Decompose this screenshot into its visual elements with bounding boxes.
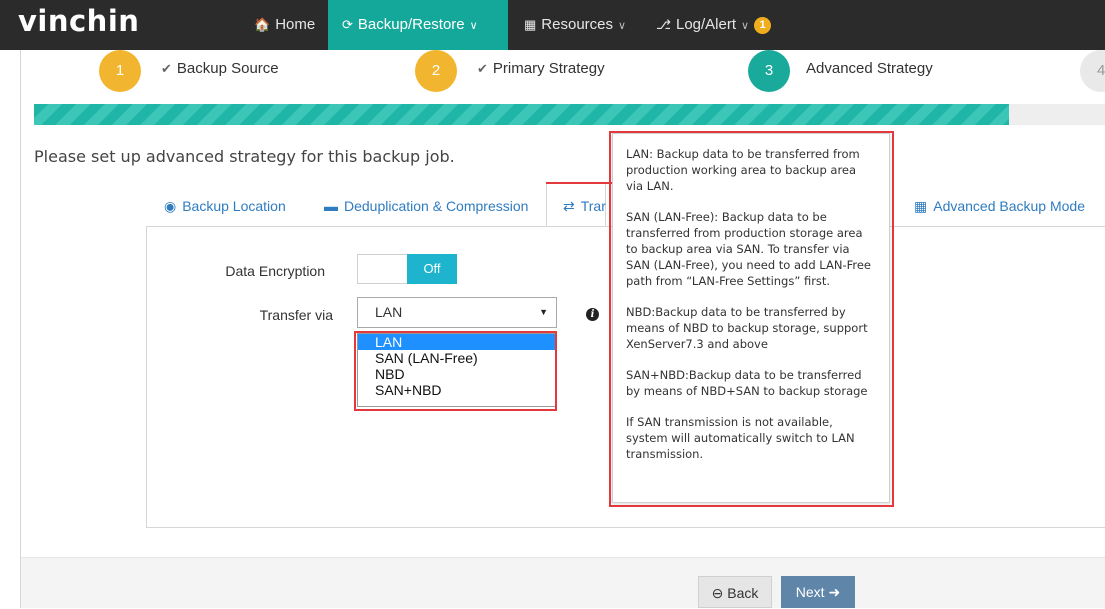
dropdown-highlight-box [354,331,557,411]
transfer-arrows-icon: ⇄ [563,198,575,214]
grid-icon: ▦ [914,198,928,214]
transfer-via-label: Transfer via [259,307,333,323]
data-encryption-toggle[interactable]: Off [357,254,457,284]
wizard-footer [21,557,1105,608]
step-2-text: Primary Strategy [492,60,605,77]
nav-backup-restore-label: Backup/Restore [357,16,465,33]
refresh-icon: ⟳ [342,17,353,32]
top-navbar: vinchin 🏠 Home ⟳ Backup/Restore ∨ ▦ Resource… [0,0,1105,50]
grid-icon: ▦ [524,17,537,32]
nav-resources[interactable]: ▦ Resources ∨ [510,0,640,50]
nav-backup-restore[interactable]: ⟳ Backup/Restore ∨ [328,0,508,50]
step-3-circle: 3 [748,50,790,92]
nav-log-alert-label: Log/Alert [675,16,737,33]
step-3-label: Advanced Strategy [806,60,933,77]
data-encryption-label: Data Encryption [225,263,325,279]
tooltip-highlight-box [609,131,894,507]
home-icon: 🏠 [254,17,271,32]
intro-text: Please set up advanced strategy for this… [34,147,455,166]
back-button[interactable]: ⊖ Back [698,576,772,608]
tab-transfer[interactable]: ⇄ Trar [563,198,606,215]
alert-count-badge: 1 [754,17,772,34]
step-2-label: ✔ Primary Strategy [477,60,605,77]
step-2-circle: 2 [415,50,457,92]
left-border [20,50,21,608]
next-button-label: Next [795,584,825,600]
tab-deduplication-compression[interactable]: ▬ Deduplication & Compression [324,198,528,214]
app-logo: vinchin [18,4,140,38]
caret-down-icon: ▼ [539,307,548,317]
step-4-circle: 4 [1080,50,1105,92]
step-1-label: ✔ Backup Source [161,60,279,77]
tab-advanced-backup-mode[interactable]: ▦ Advanced Backup Mode [914,198,1085,215]
check-icon: ✔ [161,61,172,76]
transfer-via-value: LAN [375,304,403,320]
tab-backup-location[interactable]: ◉ Backup Location [164,198,286,215]
nav-log-alert[interactable]: ⎇ Log/Alert ∨ 1 [642,0,785,50]
wizard-progress-fill [34,104,1009,125]
info-icon[interactable]: i [586,308,599,321]
transfer-via-select[interactable]: LAN ▼ [357,297,557,328]
bell-icon: ⎇ [656,17,671,32]
tab-transfer-label: Trar [580,198,606,214]
step-1-circle: 1 [99,50,141,92]
back-button-label: Back [727,585,759,601]
database-icon: ▬ [324,198,338,214]
toggle-off-state[interactable]: Off [407,254,457,284]
check-icon: ✔ [477,61,488,76]
highlight-connector [546,182,616,184]
tab-advanced-mode-label: Advanced Backup Mode [933,198,1085,214]
back-circle-arrow-icon: ⊖ [711,585,724,601]
next-button[interactable]: Next ➜ [781,576,855,608]
nav-resources-label: Resources [541,16,613,33]
step-1-text: Backup Source [176,60,279,77]
nav-home[interactable]: 🏠 Home [240,0,329,50]
chevron-down-icon: ∨ [618,20,627,32]
nav-home-label: Home [275,16,316,33]
chevron-down-icon: ∨ [741,20,750,32]
wizard-progress-bar [34,104,1105,125]
tab-dedup-label: Deduplication & Compression [344,198,529,214]
location-pin-icon: ◉ [164,198,177,214]
chevron-down-icon: ∨ [469,20,478,32]
next-circle-arrow-icon: ➜ [828,584,841,600]
tab-backup-location-label: Backup Location [182,198,286,214]
